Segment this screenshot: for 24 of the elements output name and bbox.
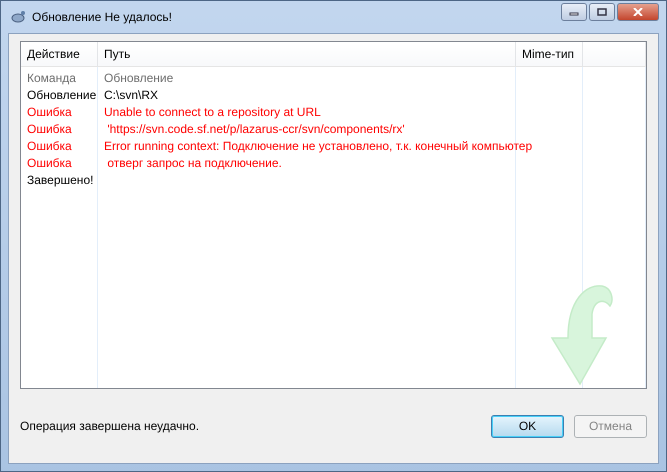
status-text: Операция завершена неудачно. [20, 419, 200, 433]
path-cell-text: Error running context: Подключение не установлено, т.к. конечный компьютер [103, 138, 532, 152]
minimize-button[interactable] [561, 3, 587, 21]
path-cell-text: Unable to connect to a repository at URL [103, 104, 321, 118]
path-cell-text: отверг запрос на подключение. [106, 156, 282, 170]
close-button[interactable] [617, 3, 659, 21]
close-icon [633, 8, 643, 16]
dialog-button[interactable]: OK [491, 414, 564, 438]
path-cell-text: 'https://svn.code.sf.net/p/lazarus-ccr/svn/components/rx' [106, 122, 405, 136]
column-header[interactable]: Mime-тип [516, 42, 583, 66]
maximize-icon [597, 8, 607, 16]
action-cell-text: Ошибка [26, 156, 73, 170]
action-cell-text: Ошибка [26, 122, 73, 136]
column-header[interactable]: Путь [98, 42, 516, 66]
path-cell-text: C:\svn\RX [103, 88, 158, 102]
action-cell-text: Ошибка [26, 138, 73, 152]
action-cell-text: Команда [26, 70, 77, 84]
window-title: Обновление Не удалось! [32, 10, 172, 24]
column-header[interactable]: Действие [21, 42, 98, 66]
action-cell-text: Обновление [26, 88, 98, 102]
path-cell-text: Обновление [103, 70, 174, 84]
action-cell-text: Ошибка [26, 104, 73, 118]
maximize-button[interactable] [589, 3, 615, 21]
action-cell-text: Завершено! [26, 172, 94, 186]
